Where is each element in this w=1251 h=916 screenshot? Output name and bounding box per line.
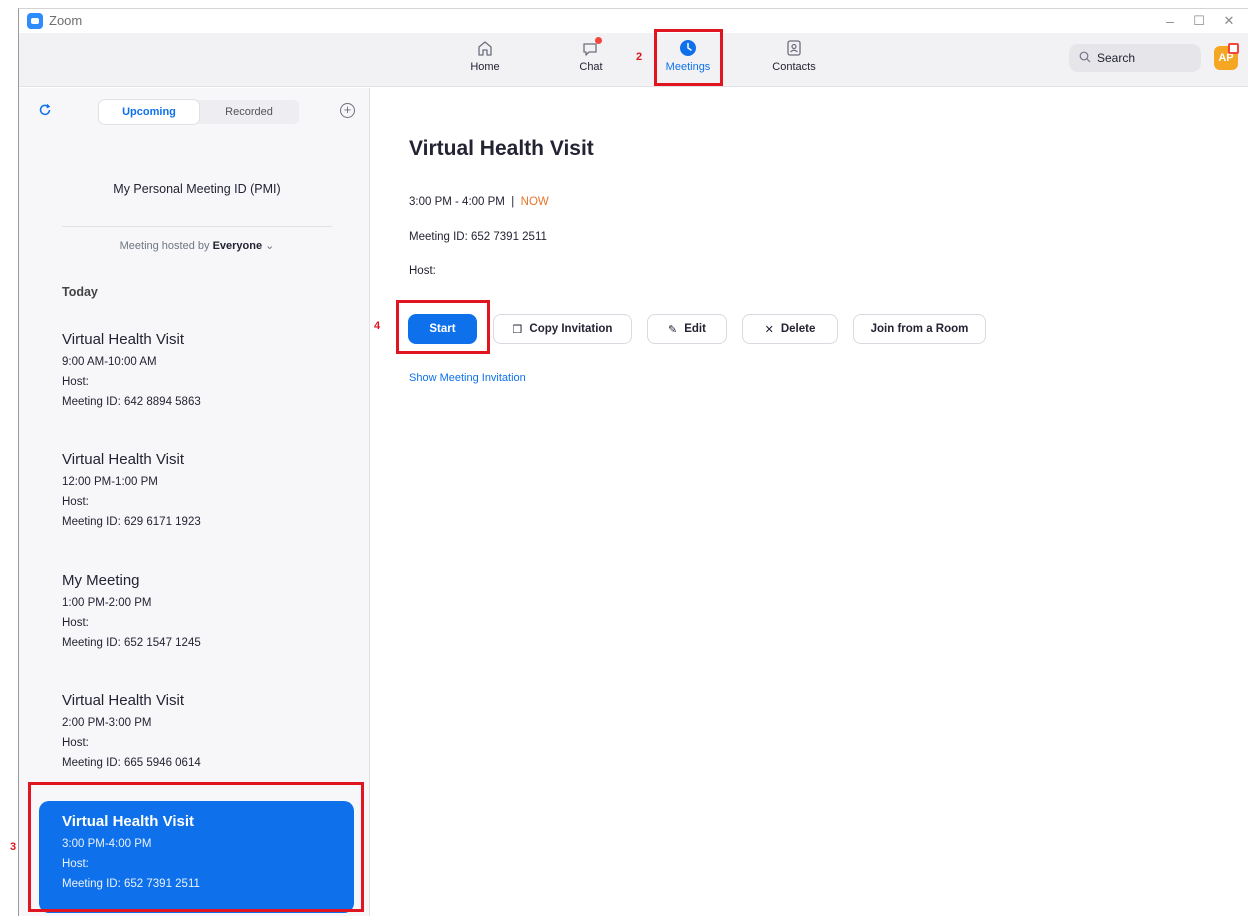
meeting-id: Meeting ID: 652 1547 1245: [62, 637, 201, 649]
nav-contacts[interactable]: Contacts: [769, 37, 819, 83]
meeting-id: Meeting ID: 652 7391 2511: [409, 231, 547, 243]
list-item[interactable]: Virtual Health Visit 12:00 PM-1:00 PM Ho…: [62, 451, 352, 536]
nav-contacts-label: Contacts: [772, 61, 816, 73]
section-today: Today: [62, 285, 98, 299]
annotation-box-selected-meeting: [28, 782, 364, 912]
separator: |: [511, 196, 515, 208]
meeting-time: 1:00 PM-2:00 PM: [62, 597, 152, 609]
meeting-id: Meeting ID: 642 8894 5863: [62, 396, 201, 408]
annotation-number: 2: [636, 51, 643, 63]
meeting-tabs: Upcoming Recorded: [99, 100, 299, 124]
notification-icon: [1228, 43, 1239, 54]
refresh-icon[interactable]: [38, 103, 52, 121]
time-range: 3:00 PM - 4:00 PM: [409, 196, 505, 208]
list-item[interactable]: Virtual Health Visit 9:00 AM-10:00 AM Ho…: [62, 331, 352, 416]
top-nav: Home Chat Meetings Contacts Search AP: [19, 33, 1248, 87]
delete-button[interactable]: ✕ Delete: [742, 314, 838, 344]
meeting-time: 3:00 PM - 4:00 PM | NOW: [409, 196, 549, 208]
meeting-title: My Meeting: [62, 572, 140, 589]
meeting-host: Host:: [62, 376, 89, 388]
title-bar: Zoom – ☐ ✕: [19, 9, 1248, 33]
window-title: Zoom: [49, 13, 83, 28]
join-from-room-button[interactable]: Join from a Room: [853, 314, 986, 344]
copy-icon: ❐: [512, 323, 523, 336]
edit-label: Edit: [684, 323, 706, 335]
meeting-title: Virtual Health Visit: [62, 451, 185, 468]
chevron-down-icon: ⌄: [265, 240, 275, 252]
divider: [62, 226, 332, 227]
search-placeholder: Search: [1097, 51, 1136, 65]
chat-icon: [580, 37, 602, 59]
delete-label: Delete: [780, 323, 816, 335]
show-invitation-link[interactable]: Show Meeting Invitation: [409, 372, 526, 384]
meeting-title: Virtual Health Visit: [62, 692, 185, 709]
list-item[interactable]: My Meeting 1:00 PM-2:00 PM Host: Meeting…: [62, 572, 352, 657]
meeting-title: Virtual Health Visit: [62, 331, 185, 348]
search-icon: [1079, 51, 1091, 66]
meeting-host: Host:: [409, 265, 436, 277]
meeting-time: 9:00 AM-10:00 AM: [62, 356, 157, 368]
home-icon: [474, 37, 496, 59]
host-filter-dropdown[interactable]: Meeting hosted by Everyone ⌄: [62, 239, 332, 252]
annotation-box-start: [396, 300, 490, 354]
copy-invitation-button[interactable]: ❐ Copy Invitation: [493, 314, 632, 344]
meeting-host: Host:: [62, 496, 89, 508]
zoom-logo-icon: [27, 13, 43, 29]
page-title: Virtual Health Visit: [409, 137, 594, 160]
list-item[interactable]: Virtual Health Visit 2:00 PM-3:00 PM Hos…: [62, 692, 352, 777]
pmi-item[interactable]: My Personal Meeting ID (PMI): [62, 182, 332, 196]
edit-button[interactable]: ✎ Edit: [647, 314, 727, 344]
meeting-id: Meeting ID: 665 5946 0614: [62, 757, 201, 769]
meeting-time: 2:00 PM-3:00 PM: [62, 717, 152, 729]
meeting-time: 12:00 PM-1:00 PM: [62, 476, 158, 488]
tab-recorded[interactable]: Recorded: [199, 100, 299, 124]
contacts-icon: [783, 37, 805, 59]
zoom-window: Zoom – ☐ ✕ Home Chat Meetings Contacts S…: [18, 8, 1248, 916]
annotation-number: 3: [10, 841, 17, 853]
host-filter-prefix: Meeting hosted by: [119, 240, 210, 252]
host-filter-value: Everyone: [212, 240, 263, 252]
meeting-host: Host:: [62, 617, 89, 629]
meeting-detail: Virtual Health Visit 3:00 PM - 4:00 PM |…: [371, 88, 1248, 916]
nav-home[interactable]: Home: [465, 37, 505, 83]
nav-chat-label: Chat: [579, 61, 603, 73]
meeting-host: Host:: [62, 737, 89, 749]
x-icon: ✕: [764, 323, 774, 336]
pencil-icon: ✎: [668, 323, 678, 336]
now-badge: NOW: [520, 196, 549, 208]
annotation-box-meetings: [654, 29, 723, 86]
annotation-number: 4: [374, 320, 381, 332]
nav-home-label: Home: [470, 61, 500, 73]
tab-upcoming[interactable]: Upcoming: [99, 100, 199, 124]
nav-chat[interactable]: Chat: [571, 37, 611, 83]
search-input[interactable]: Search: [1069, 44, 1201, 72]
meeting-id: Meeting ID: 629 6171 1923: [62, 516, 201, 528]
unread-badge: [595, 37, 602, 44]
close-button[interactable]: ✕: [1211, 9, 1247, 33]
copy-invitation-label: Copy Invitation: [529, 323, 613, 335]
add-meeting-icon[interactable]: +: [340, 103, 355, 118]
